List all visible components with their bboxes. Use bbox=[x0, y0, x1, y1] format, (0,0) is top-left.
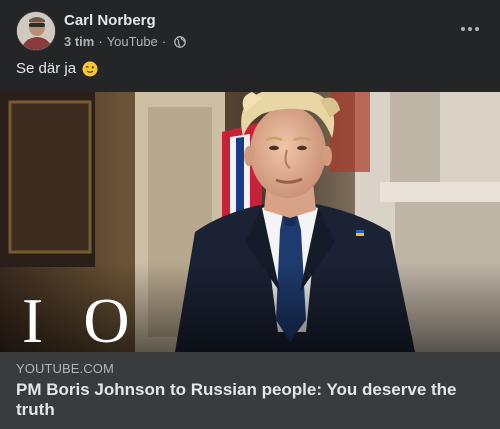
preview-logo-text: I O bbox=[22, 285, 142, 352]
winking-face-emoji-icon bbox=[82, 61, 98, 77]
globe-icon bbox=[174, 35, 186, 48]
meta-separator: · bbox=[98, 34, 103, 49]
link-preview-info[interactable]: YOUTUBE.COM PM Boris Johnson to Russian … bbox=[0, 352, 500, 429]
more-options-icon[interactable] bbox=[456, 19, 484, 39]
post-timestamp[interactable]: 3 tim bbox=[64, 34, 94, 49]
post-meta: 3 tim · YouTube · bbox=[64, 34, 186, 49]
avatar-image bbox=[17, 12, 55, 50]
feed-post: Carl Norberg 3 tim · YouTube · Se där ja bbox=[0, 0, 500, 429]
post-message-text: Se där ja bbox=[16, 60, 77, 77]
author-name[interactable]: Carl Norberg bbox=[64, 12, 156, 29]
post-source[interactable]: YouTube bbox=[107, 34, 158, 49]
meta-separator: · bbox=[161, 34, 167, 49]
link-domain: YOUTUBE.COM bbox=[16, 361, 114, 376]
link-title[interactable]: PM Boris Johnson to Russian people: You … bbox=[16, 380, 476, 420]
post-header: Carl Norberg 3 tim · YouTube · bbox=[16, 11, 484, 53]
link-preview-image[interactable]: I O bbox=[0, 92, 500, 352]
post-message: Se där ja bbox=[16, 60, 98, 77]
author-avatar[interactable] bbox=[16, 11, 56, 51]
